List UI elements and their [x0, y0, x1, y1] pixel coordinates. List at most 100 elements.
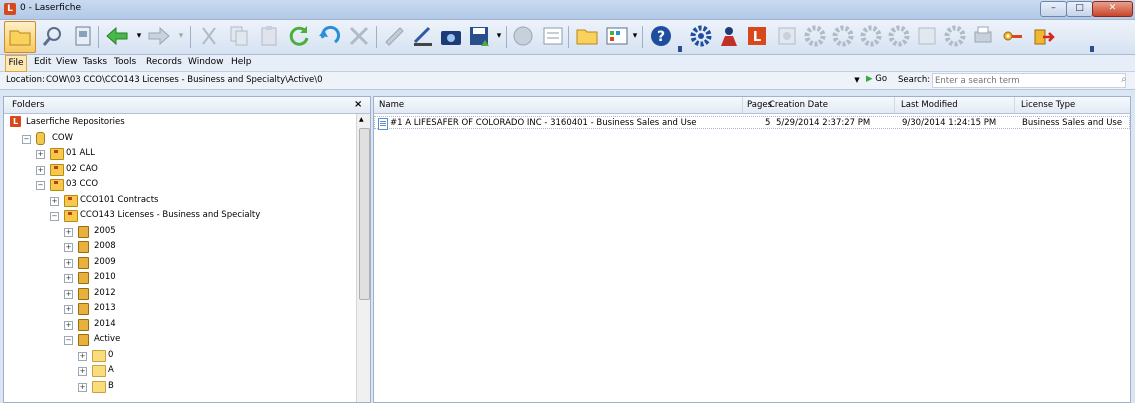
list-view-icon[interactable] [540, 23, 566, 49]
column-license-type[interactable]: License Type [1021, 100, 1075, 110]
delete-icon[interactable] [346, 23, 372, 49]
menu-help[interactable]: Help [231, 55, 252, 70]
location-dropdown-icon[interactable]: ▼ [852, 75, 862, 85]
tree-item[interactable]: − Active [4, 332, 354, 347]
search-go-icon[interactable]: ⌕ [1121, 74, 1127, 85]
new-folder-icon[interactable] [574, 23, 600, 49]
tree-item[interactable]: + A [4, 363, 354, 378]
thumbnail-view-icon[interactable] [604, 23, 630, 49]
tree-item[interactable]: +2013 [4, 301, 354, 316]
collapse-icon[interactable]: − [22, 134, 31, 144]
tree-item[interactable]: − 03 CCO [4, 177, 354, 192]
laserfiche-app-icon[interactable]: L [4, 3, 16, 15]
metadata-icon[interactable] [70, 23, 96, 49]
tree-item[interactable]: +2010 [4, 270, 354, 285]
tree-item[interactable]: +2012 [4, 286, 354, 301]
tree-scrollbar[interactable]: ▲ [356, 114, 370, 402]
menu-records[interactable]: Records [146, 55, 182, 70]
refresh-icon[interactable] [286, 23, 312, 49]
workflow-icon[interactable] [774, 23, 800, 49]
tree-item[interactable]: +2008 [4, 239, 354, 254]
search-icon[interactable] [40, 23, 66, 49]
scroll-up-icon[interactable]: ▲ [359, 116, 364, 123]
maximize-button[interactable]: □ [1066, 1, 1093, 17]
toolbar-grip[interactable] [678, 46, 682, 52]
go-button[interactable]: ▶ Go [866, 74, 887, 84]
report-icon[interactable] [858, 23, 884, 49]
gear-icon[interactable] [830, 23, 856, 49]
tree-item[interactable]: − CCO143 Licenses - Business and Specialt… [4, 208, 354, 223]
column-divider[interactable] [1014, 97, 1015, 113]
search-input[interactable] [932, 73, 1126, 88]
tree-item[interactable]: L Laserfiche Repositories [4, 115, 354, 130]
close-window-button[interactable]: ✕ [1092, 1, 1133, 17]
expand-icon[interactable]: + [64, 305, 73, 314]
column-creation-date[interactable]: Creation Date [769, 100, 828, 110]
expand-icon[interactable]: + [64, 258, 73, 268]
collapse-icon[interactable]: − [50, 212, 59, 221]
camera-icon[interactable] [438, 23, 464, 49]
expand-icon[interactable]: + [64, 320, 73, 330]
tree-item[interactable]: +2005 [4, 224, 354, 239]
gear-icon[interactable] [942, 23, 968, 49]
records-icon[interactable] [886, 23, 912, 49]
expand-icon[interactable]: + [36, 150, 45, 159]
view-dropdown-icon[interactable]: ▾ [630, 23, 640, 49]
tree-item[interactable]: +0 [4, 348, 354, 363]
collapse-icon[interactable]: − [64, 336, 73, 345]
tree-item[interactable]: + B [4, 379, 354, 394]
table-row[interactable]: #1 A LIFESAFER OF COLORADO INC - 3160401… [374, 116, 1130, 130]
expand-icon[interactable]: + [78, 382, 87, 392]
expand-icon[interactable]: + [64, 227, 73, 237]
forward-dropdown-icon[interactable]: ▾ [176, 23, 186, 49]
menu-file[interactable]: File [5, 55, 27, 72]
settings-icon[interactable] [688, 23, 714, 49]
document-settings-icon[interactable] [914, 23, 940, 49]
expand-icon[interactable]: + [64, 274, 73, 283]
cut-icon[interactable] [196, 23, 222, 49]
back-icon[interactable] [104, 23, 130, 49]
menu-edit[interactable]: Edit [34, 55, 51, 70]
tree-item[interactable]: +2014 [4, 317, 354, 332]
gear-icon[interactable] [802, 23, 828, 49]
location-path[interactable]: COW\03 CCO\CCO143 Licenses - Business an… [46, 75, 323, 85]
tree-item[interactable]: +2009 [4, 255, 354, 270]
help-icon[interactable]: ? [648, 23, 674, 49]
users-icon[interactable] [716, 23, 742, 49]
undo-icon[interactable] [316, 23, 342, 49]
paste-icon[interactable] [256, 23, 282, 49]
email-icon[interactable] [510, 23, 536, 49]
expand-icon[interactable]: + [50, 196, 59, 206]
toolbar-grip[interactable] [1090, 46, 1094, 52]
expand-icon[interactable]: + [64, 243, 73, 252]
laserfiche-icon[interactable]: L [744, 23, 770, 49]
sign-icon[interactable] [382, 23, 408, 49]
forward-icon[interactable] [146, 23, 172, 49]
scrollbar-thumb[interactable] [359, 128, 370, 300]
column-last-modified[interactable]: Last Modified [901, 100, 958, 110]
expand-icon[interactable]: + [78, 367, 87, 376]
column-divider[interactable] [742, 97, 743, 113]
scan-icon[interactable] [410, 23, 436, 49]
expand-icon[interactable]: + [64, 289, 73, 299]
tree-item[interactable]: +02 CAO [4, 162, 354, 177]
tree-item[interactable]: − COW [4, 131, 354, 146]
logout-icon[interactable] [1030, 23, 1056, 49]
save-icon[interactable] [466, 23, 492, 49]
menu-tools[interactable]: Tools [114, 55, 136, 70]
print-icon[interactable] [970, 23, 996, 49]
menu-tasks[interactable]: Tasks [83, 55, 107, 70]
tree-item[interactable]: +01 ALL [4, 146, 354, 161]
tree-item[interactable]: + CCO101 Contracts [4, 193, 354, 208]
menu-view[interactable]: View [56, 55, 77, 70]
column-name[interactable]: Name [379, 100, 404, 110]
close-pane-button[interactable]: × [354, 99, 362, 110]
expand-icon[interactable]: + [36, 165, 45, 175]
minimize-button[interactable]: – [1040, 1, 1067, 17]
menu-window[interactable]: Window [188, 55, 224, 70]
key-icon[interactable] [1000, 23, 1026, 49]
column-divider[interactable] [894, 97, 895, 113]
back-dropdown-icon[interactable]: ▾ [134, 23, 144, 49]
expand-icon[interactable]: + [78, 351, 87, 361]
folder-tree-icon[interactable] [4, 21, 36, 53]
